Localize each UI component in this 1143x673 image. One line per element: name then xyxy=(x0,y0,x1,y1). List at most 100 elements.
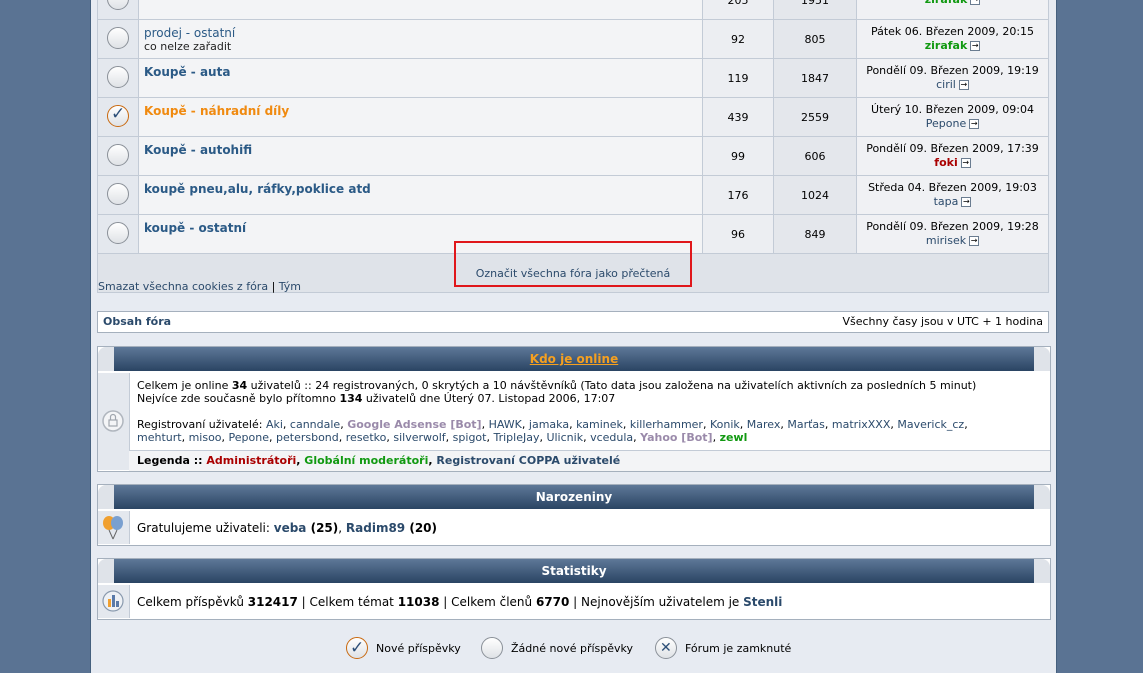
topics-count: 92 xyxy=(702,19,774,59)
bar-chart-icon xyxy=(102,590,124,612)
online-user-link[interactable]: canndale xyxy=(290,418,340,431)
last-post-date: Pátek 06. Březen 2009, 20:15 xyxy=(870,25,1035,38)
icon-legend: ✓ Nové příspěvky Žádné nové příspěvky ✕ … xyxy=(346,636,806,662)
forum-name-link[interactable]: Koupě - autohifi xyxy=(144,143,702,157)
forum-title-cell: koupě pneu,alu, ráfky,poklice atd xyxy=(138,175,703,215)
highlight-box xyxy=(454,241,692,287)
forum-name-link[interactable]: Koupě - auta xyxy=(144,65,702,79)
forum-status-cell xyxy=(97,19,139,59)
online-user-link[interactable]: Marťas xyxy=(787,418,825,431)
online-user-link[interactable]: resetko xyxy=(346,431,387,444)
last-post-cell: zirafak→ xyxy=(856,0,1049,20)
online-user-link[interactable]: zewl xyxy=(720,431,748,444)
online-user-link[interactable]: Konik xyxy=(710,418,740,431)
last-post-user[interactable]: Pepone xyxy=(926,117,966,130)
last-post-user[interactable]: foki xyxy=(934,156,957,169)
last-post-date: Pondělí 09. Březen 2009, 17:39 xyxy=(866,142,1039,155)
goto-last-post-icon[interactable]: → xyxy=(960,158,971,168)
last-post-cell: Pondělí 09. Březen 2009, 19:19 ciril → xyxy=(856,58,1049,98)
birthday-user-radim89[interactable]: Radim89 xyxy=(346,521,405,535)
legend-global-mod[interactable]: Globální moderátoři xyxy=(304,454,428,467)
birthdays-title: Narozeniny xyxy=(114,485,1034,509)
last-post-user[interactable]: ciril xyxy=(936,78,956,91)
online-user-link[interactable]: killerhammer xyxy=(630,418,703,431)
birthdays-header: Narozeniny xyxy=(98,485,1050,510)
legend-admin[interactable]: Administrátoři xyxy=(206,454,296,467)
statistics-title: Statistiky xyxy=(114,559,1034,583)
last-post-user[interactable]: mirisek xyxy=(926,234,966,247)
registered-users-label: Registrovaní uživatelé: xyxy=(137,418,266,431)
online-user-link[interactable]: Pepone xyxy=(229,431,269,444)
online-user-link[interactable]: HAWK xyxy=(489,418,522,431)
online-user-link[interactable]: silverwolf xyxy=(393,431,445,444)
online-user-link[interactable]: kaminek xyxy=(576,418,623,431)
forum-row: Koupě - auta 119 1847 Pondělí 09. Březen 20… xyxy=(97,58,1049,98)
topics-count: 205 xyxy=(702,0,774,20)
birthdays-block: Narozeniny Gratulujeme uživateli: veba (… xyxy=(97,484,1051,546)
last-post-date: Pondělí 09. Březen 2009, 19:28 xyxy=(866,220,1039,233)
forum-title-cell: Koupě - náhradní díly xyxy=(138,97,703,137)
online-user-link[interactable]: vcedula xyxy=(590,431,633,444)
statistics-block: Statistiky Celkem příspěvků 312417 | Cel… xyxy=(97,558,1051,620)
forum-status-cell xyxy=(97,58,139,98)
last-post-cell: Pátek 06. Březen 2009, 20:15 zirafak → xyxy=(856,19,1049,59)
no-new-posts-icon xyxy=(481,637,503,659)
online-user-link[interactable]: Maverick_cz xyxy=(897,418,964,431)
last-post-cell: Středa 04. Březen 2009, 19:03 tapa → xyxy=(856,175,1049,215)
legend-coppa[interactable]: Registrovaní COPPA uživatelé xyxy=(436,454,620,467)
online-user-link[interactable]: spigot xyxy=(453,431,487,444)
online-user-link[interactable]: TripleJay xyxy=(493,431,539,444)
online-user-link[interactable]: matrixXXX xyxy=(832,418,890,431)
online-user-link[interactable]: misoo xyxy=(189,431,222,444)
last-post-user[interactable]: tapa xyxy=(934,195,959,208)
online-user-link[interactable]: jamaka xyxy=(529,418,569,431)
posts-count: 1024 xyxy=(773,175,857,215)
no-new-posts-icon xyxy=(107,0,129,10)
forum-status-cell xyxy=(97,0,139,20)
goto-last-post-icon[interactable]: → xyxy=(958,80,969,90)
posts-count: 2559 xyxy=(773,97,857,137)
newest-user-link[interactable]: Stenli xyxy=(743,595,782,609)
forum-status-cell xyxy=(97,175,139,215)
forum-index-link[interactable]: Obsah fóra xyxy=(103,315,171,328)
posts-count: 1847 xyxy=(773,58,857,98)
forum-name-link[interactable]: Koupě - náhradní díly xyxy=(144,104,702,118)
last-post-date: Pondělí 09. Březen 2009, 19:19 xyxy=(866,64,1039,77)
delete-cookies-link[interactable]: Smazat všechna cookies z fóra xyxy=(98,280,268,293)
goto-last-post-icon[interactable]: → xyxy=(969,119,980,129)
forum-name-link[interactable]: koupě pneu,alu, ráfky,poklice atd xyxy=(144,182,702,196)
no-new-posts-icon xyxy=(107,143,129,166)
goto-last-post-icon[interactable]: → xyxy=(970,0,981,5)
goto-last-post-icon[interactable]: → xyxy=(969,236,980,246)
last-post-user[interactable]: zirafak xyxy=(925,0,968,6)
online-stats: Celkem je online 34 uživatelů :: 24 regi… xyxy=(137,379,977,405)
team-link[interactable]: Tým xyxy=(279,280,301,293)
birthday-user-veba[interactable]: veba xyxy=(274,521,307,535)
online-user-link[interactable]: mehturt xyxy=(137,431,182,444)
forum-row: Koupě - náhradní díly4392559Úterý 10. Bř… xyxy=(97,97,1049,137)
online-user-link[interactable]: Yahoo [Bot] xyxy=(640,431,712,444)
online-user-link[interactable]: Google Adsense [Bot] xyxy=(347,418,481,431)
no-new-posts-icon xyxy=(107,182,129,205)
who-is-online-title[interactable]: Kdo je online xyxy=(114,347,1034,371)
last-post-date: Středa 04. Březen 2009, 19:03 xyxy=(868,181,1037,194)
forum-title-cell: prodej - ostatní co nelze zařadit xyxy=(138,19,703,59)
online-user-link[interactable]: Marex xyxy=(747,418,781,431)
posts-count: 805 xyxy=(773,19,857,59)
last-post-user[interactable]: zirafak xyxy=(925,39,968,52)
page-container: vše okolo kol a pneu2051951zirafak→prode… xyxy=(90,0,1057,673)
forum-name-link[interactable]: koupě - ostatní xyxy=(144,221,702,235)
navbar: Obsah fóra Všechny časy jsou v UTC + 1 h… xyxy=(97,311,1049,333)
online-user-link[interactable]: Ulicnik xyxy=(546,431,583,444)
online-user-link[interactable]: petersbond xyxy=(276,431,339,444)
new-posts-icon: ✓ xyxy=(346,637,368,659)
lock-icon xyxy=(102,410,124,432)
last-post-cell: Úterý 10. Březen 2009, 09:04 Pepone → xyxy=(856,97,1049,137)
forum-name-link[interactable]: prodej - ostatní xyxy=(144,26,702,40)
forum-row: koupě pneu,alu, ráfky,poklice atd 176 1024… xyxy=(97,175,1049,215)
online-user-link[interactable]: Aki xyxy=(266,418,283,431)
goto-last-post-icon[interactable]: → xyxy=(961,197,972,207)
topics-count: 439 xyxy=(702,97,774,137)
forum-status-cell xyxy=(97,97,139,137)
goto-last-post-icon[interactable]: → xyxy=(970,41,981,51)
